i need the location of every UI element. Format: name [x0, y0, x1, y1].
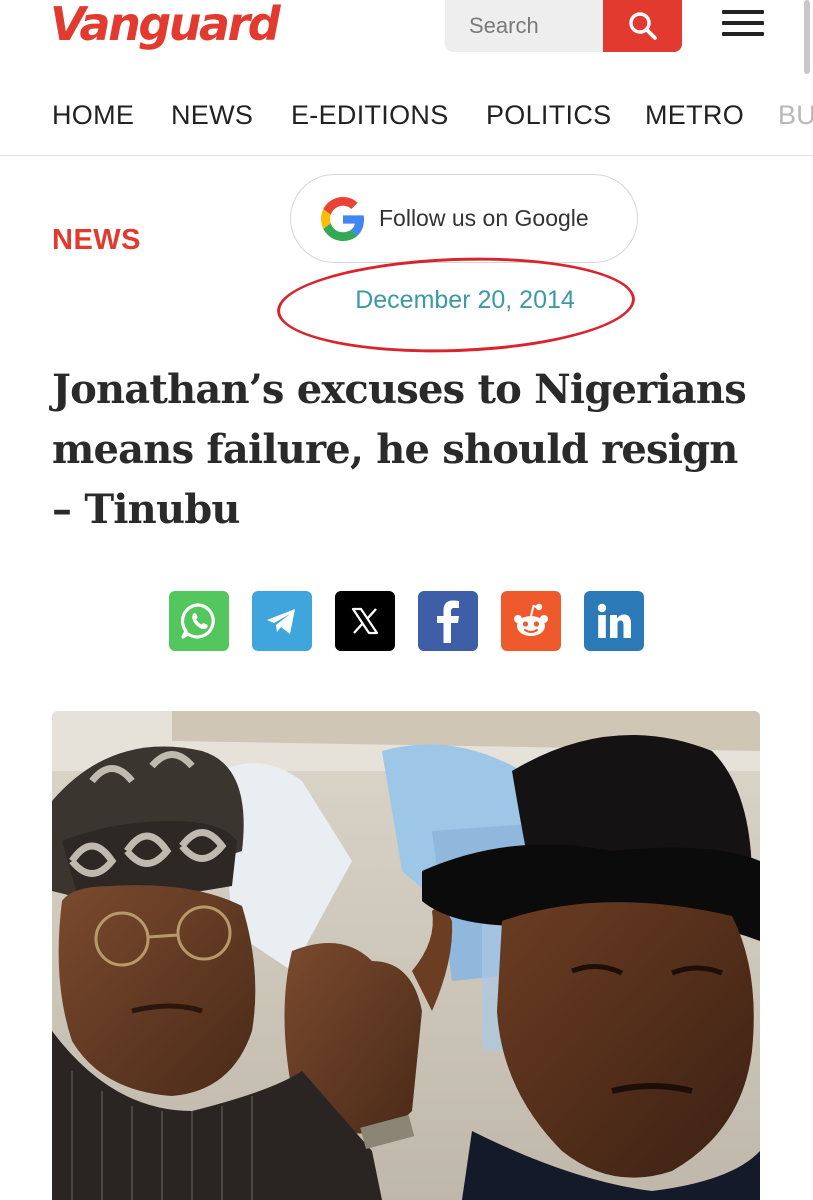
facebook-icon	[437, 600, 459, 643]
nav-item-politics[interactable]: POLITICS	[486, 100, 611, 131]
article-category[interactable]: NEWS	[52, 224, 141, 257]
whatsapp-icon	[180, 603, 215, 639]
follow-google-button[interactable]: Follow us on Google	[290, 174, 638, 263]
nav-item-metro[interactable]: METRO	[645, 100, 744, 131]
share-whatsapp-button[interactable]	[169, 591, 229, 651]
x-icon	[351, 607, 379, 635]
hamburger-menu-icon[interactable]	[722, 10, 764, 40]
nav-item-home[interactable]: HOME	[52, 100, 134, 131]
nav-item-news[interactable]: NEWS	[171, 100, 253, 131]
share-reddit-button[interactable]	[501, 591, 561, 651]
scrollbar[interactable]	[804, 0, 810, 74]
article-date: December 20, 2014	[355, 286, 575, 314]
share-facebook-button[interactable]	[418, 591, 478, 651]
linkedin-icon	[597, 603, 631, 638]
article-headline: Jonathan’s excuses to Nigerians means fa…	[52, 366, 747, 533]
follow-google-label: Follow us on Google	[379, 205, 589, 231]
nav-item-business[interactable]: BU	[778, 100, 813, 131]
nav-item-e-editions[interactable]: E-EDITIONS	[291, 100, 449, 131]
search-button[interactable]	[603, 0, 682, 52]
share-x-button[interactable]	[335, 591, 395, 651]
search-icon	[628, 12, 657, 40]
telegram-icon	[267, 609, 295, 634]
reddit-icon	[514, 603, 548, 636]
search-input[interactable]	[445, 0, 603, 52]
main-nav: HOME NEWS E-EDITIONS POLITICS METRO BU	[0, 78, 813, 156]
site-logo[interactable]: Vanguard	[50, 0, 281, 52]
google-icon	[321, 196, 365, 241]
share-linkedin-button[interactable]	[584, 591, 644, 651]
article-photo	[52, 711, 760, 1200]
search-bar	[445, 0, 682, 52]
share-telegram-button[interactable]	[252, 591, 312, 651]
